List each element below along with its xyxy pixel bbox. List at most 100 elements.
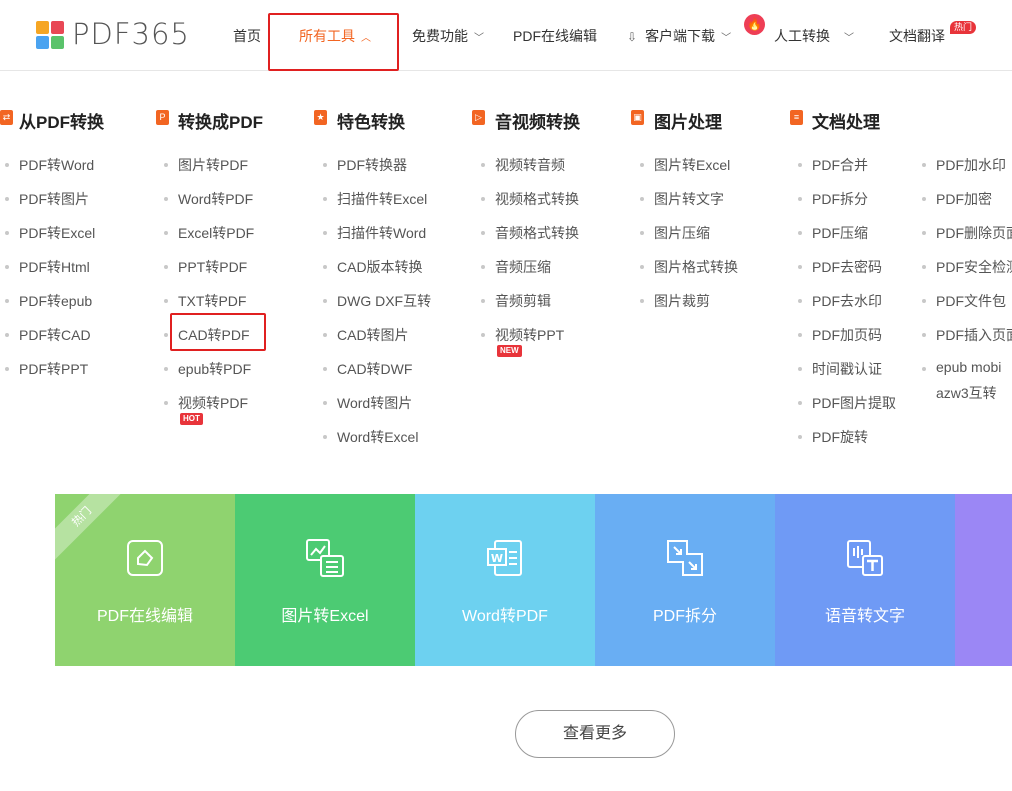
menu-item[interactable]: PDF文件包	[936, 291, 1006, 311]
menu-item[interactable]: PDF安全检测	[936, 257, 1012, 277]
menu-item[interactable]: PDF转Word	[19, 155, 94, 175]
menu-item[interactable]: CAD版本转换	[337, 257, 423, 277]
hot-badge: 热门	[950, 21, 977, 34]
menu-item[interactable]: 图片转文字	[654, 189, 724, 209]
tool-tile[interactable]: PDF在线编辑 热门	[55, 494, 235, 666]
menu-item[interactable]: 音频格式转换	[495, 223, 579, 243]
menu-item[interactable]: PDF转Excel	[19, 223, 95, 243]
tool-tile[interactable]: 语音转文字	[775, 494, 955, 666]
hot-tag: HOT	[180, 413, 203, 425]
bullet-icon	[5, 333, 9, 337]
bullet-icon	[798, 163, 802, 167]
chevron-down-icon: ﹀	[844, 33, 854, 44]
menu-item[interactable]: Excel转PDF	[178, 223, 254, 243]
menu-item[interactable]: CAD转DWF	[337, 359, 412, 379]
bullet-icon	[323, 401, 327, 405]
highlight-box-nav	[268, 13, 399, 71]
chevron-down-icon: ﹀	[721, 33, 732, 44]
menu-item[interactable]: PDF转CAD	[19, 325, 91, 345]
hot-ribbon: 热门	[55, 494, 129, 564]
tool-tile-partial[interactable]	[955, 494, 1012, 666]
category-icon: P	[156, 110, 169, 125]
menu-item[interactable]: PDF转Html	[19, 257, 90, 277]
nav-home[interactable]: 首页	[233, 26, 261, 46]
tile-label: PDF在线编辑	[96, 608, 193, 625]
nav-free[interactable]: 免费功能 ﹀	[412, 26, 484, 46]
tool-tile[interactable]: W Word转PDF	[415, 494, 595, 666]
menu-item[interactable]: epub mobi	[936, 359, 1001, 375]
bullet-icon	[481, 333, 485, 337]
menu-item[interactable]: Word转Excel	[337, 427, 418, 447]
bullet-icon	[164, 197, 168, 201]
menu-item[interactable]: PDF转图片	[19, 189, 89, 209]
nav-download[interactable]: ⇩ 客户端下载 ﹀	[627, 26, 731, 46]
menu-item[interactable]: 音频剪辑	[495, 291, 551, 311]
menu-item[interactable]: PDF加密	[936, 189, 992, 209]
brand-name[interactable]: PDF365	[72, 17, 190, 51]
menu-item[interactable]: PDF转换器	[337, 155, 407, 175]
nav-manual[interactable]: 人工转换 ﹀	[774, 26, 854, 46]
bullet-icon	[798, 197, 802, 201]
bullet-icon	[323, 231, 327, 235]
menu-item[interactable]: PDF合并	[812, 155, 868, 175]
menu-item[interactable]: PDF拆分	[812, 189, 868, 209]
menu-item[interactable]: 图片转PDF	[178, 155, 248, 175]
menu-item[interactable]: azw3互转	[936, 383, 997, 403]
menu-item[interactable]: PDF加水印	[936, 155, 1006, 175]
tile-label: PDF拆分	[652, 608, 717, 625]
bullet-icon	[922, 333, 926, 337]
menu-item[interactable]: 视频转音频	[495, 155, 565, 175]
menu-item[interactable]: PDF去水印	[812, 291, 882, 311]
menu-item[interactable]: PDF旋转	[812, 427, 868, 447]
menu-item[interactable]: 图片格式转换	[654, 257, 738, 277]
menu-item[interactable]: 扫描件转Excel	[337, 189, 427, 209]
menu-item[interactable]: PDF转epub	[19, 291, 92, 311]
tool-tile[interactable]: PDF拆分	[595, 494, 775, 666]
category-title: 特色转换	[337, 113, 405, 132]
menu-item[interactable]: 视频格式转换	[495, 189, 579, 209]
menu-item[interactable]: 视频转PDF	[178, 393, 248, 413]
menu-item[interactable]: 时间戳认证	[812, 359, 882, 379]
nav-free-label: 免费功能	[412, 28, 468, 44]
menu-item[interactable]: PDF插入页面	[936, 325, 1012, 345]
menu-item[interactable]: CAD转图片	[337, 325, 409, 345]
menu-item[interactable]: DWG DXF互转	[337, 291, 431, 311]
split-icon	[665, 538, 705, 578]
logo-icon[interactable]	[36, 21, 64, 49]
menu-item[interactable]: PDF图片提取	[812, 393, 896, 413]
menu-item[interactable]: Word转PDF	[178, 189, 253, 209]
menu-item[interactable]: TXT转PDF	[178, 291, 246, 311]
view-more-button[interactable]: 查看更多	[515, 710, 675, 758]
menu-item[interactable]: Word转图片	[337, 393, 412, 413]
nav-online-edit[interactable]: PDF在线编辑	[513, 26, 597, 46]
category-title: 从PDF转换	[19, 113, 104, 132]
menu-item[interactable]: PDF转PPT	[19, 359, 88, 379]
header: PDF365 首页 所有工具 ︿ 免费功能 ﹀ PDF在线编辑 ⇩ 客户端下载 ﹀ 🔥 …	[0, 0, 1012, 71]
category-icon: ▷	[472, 110, 485, 125]
menu-item[interactable]: 音频压缩	[495, 257, 551, 277]
menu-item[interactable]: PPT转PDF	[178, 257, 247, 277]
bullet-icon	[922, 163, 926, 167]
nav-translate[interactable]: 文档翻译	[889, 26, 945, 46]
menu-item[interactable]: 扫描件转Word	[337, 223, 426, 243]
bullet-icon	[922, 231, 926, 235]
menu-item[interactable]: 视频转PPT	[495, 325, 564, 345]
bullet-icon	[164, 231, 168, 235]
menu-item[interactable]: PDF删除页面	[936, 223, 1012, 243]
menu-item[interactable]: PDF压缩	[812, 223, 868, 243]
category-icon: ★	[314, 110, 327, 125]
bullet-icon	[481, 197, 485, 201]
menu-item[interactable]: epub转PDF	[178, 359, 251, 379]
bullet-icon	[164, 401, 168, 405]
menu-item[interactable]: PDF去密码	[812, 257, 882, 277]
bullet-icon	[5, 231, 9, 235]
menu-item[interactable]: 图片压缩	[654, 223, 710, 243]
menu-item[interactable]: PDF加页码	[812, 325, 882, 345]
highlight-box-item	[170, 313, 266, 351]
menu-item[interactable]: 图片裁剪	[654, 291, 710, 311]
category-title: 转换成PDF	[178, 113, 263, 132]
bullet-icon	[640, 163, 644, 167]
tool-tile[interactable]: 图片转Excel	[235, 494, 415, 666]
chevron-down-icon: ﹀	[474, 33, 484, 44]
menu-item[interactable]: 图片转Excel	[654, 155, 730, 175]
